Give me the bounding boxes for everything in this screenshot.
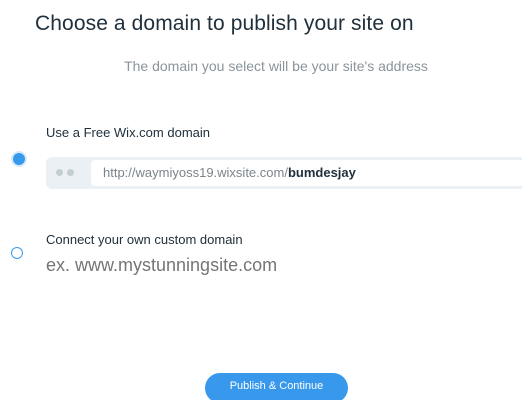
site-url-field[interactable]: http://waymiyoss19.wixsite.com/bumdesjay — [91, 160, 522, 186]
browser-dot — [56, 169, 63, 176]
free-domain-label: Use a Free Wix.com domain — [46, 125, 210, 140]
custom-domain-radio[interactable] — [11, 247, 23, 259]
custom-domain-input[interactable] — [46, 255, 446, 276]
free-domain-radio[interactable] — [13, 153, 25, 165]
site-name[interactable]: bumdesjay — [288, 165, 356, 180]
custom-domain-label: Connect your own custom domain — [46, 232, 243, 247]
publish-domain-page: Choose a domain to publish your site on … — [0, 0, 522, 400]
publish-continue-button[interactable]: Publish & Continue — [205, 373, 348, 400]
browser-dot — [67, 169, 74, 176]
page-title: Choose a domain to publish your site on — [35, 12, 414, 35]
url-prefix: http://waymiyoss19.wixsite.com/ — [103, 165, 288, 180]
browser-dots-icon — [56, 169, 74, 176]
page-subtitle: The domain you select will be your site'… — [124, 58, 428, 74]
free-domain-url-bar: http://waymiyoss19.wixsite.com/bumdesjay — [46, 157, 522, 189]
